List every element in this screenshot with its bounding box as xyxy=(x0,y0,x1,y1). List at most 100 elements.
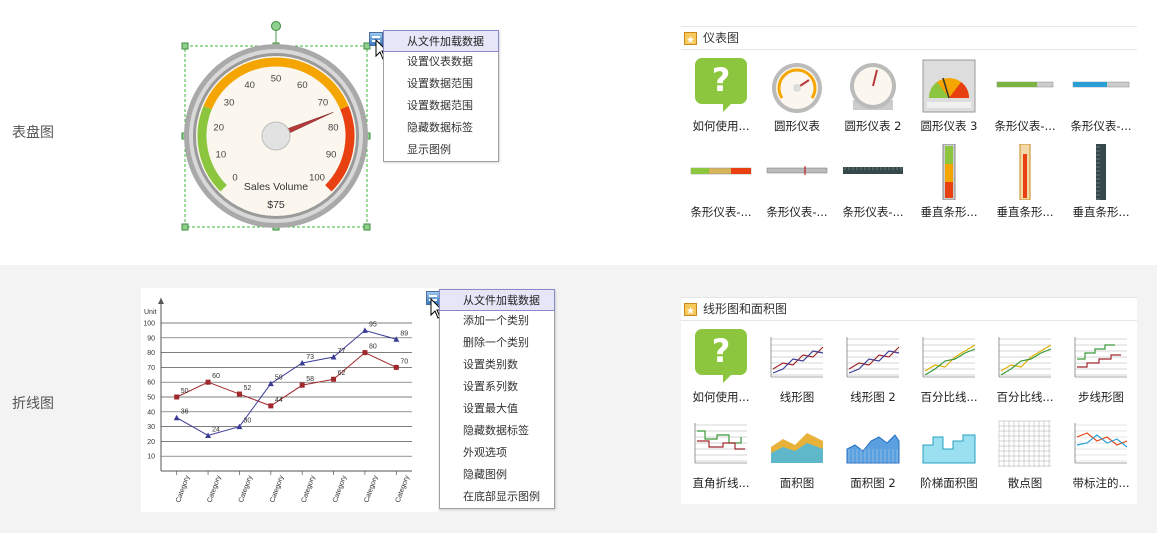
shape-tile[interactable]: ? 如何使用... xyxy=(683,54,759,140)
line-menu-item[interactable]: 隐藏图例 xyxy=(440,464,554,486)
shape-tile[interactable]: 条形仪表-... xyxy=(683,140,759,226)
line-menu-item[interactable]: 外观选项 xyxy=(440,442,554,464)
shape-tile-label: 垂直条形... xyxy=(920,205,978,219)
shape-tile[interactable]: 直角折线... xyxy=(683,411,759,497)
gauge-tick-label: 20 xyxy=(213,122,224,133)
row-label-gauge: 表盘图 xyxy=(12,125,54,141)
panel-title: 线形图和面积图 xyxy=(703,302,788,316)
shape-tile[interactable]: 百分比线... xyxy=(987,325,1063,411)
y-axis-label: Unit xyxy=(144,309,157,316)
shape-tile[interactable]: 垂直条形... xyxy=(987,140,1063,226)
shape-tile[interactable]: 条形仪表-... xyxy=(1063,54,1139,140)
data-point xyxy=(205,379,211,385)
shape-tile[interactable]: 条形仪表-... xyxy=(835,140,911,226)
step-area-thumbnail xyxy=(922,434,976,464)
data-point xyxy=(361,327,368,333)
shape-tile-label: 条形仪表-... xyxy=(1070,119,1132,133)
shape-tile-label: 线形图 xyxy=(779,390,815,404)
shape-tile-label: 面积图 xyxy=(779,476,815,490)
vbar-1-thumbnail xyxy=(942,144,956,200)
gauge-menu-item[interactable]: 设置仪表数据 xyxy=(384,51,498,73)
shape-tile[interactable]: 步线形图 xyxy=(1063,325,1139,411)
gauge-context-menu[interactable]: 从文件加载数据 设置仪表数据 设置数据范围 设置数据范围 隐藏数据标签 显示图例 xyxy=(383,30,499,162)
data-label: 24 xyxy=(212,426,220,433)
shape-tile-label: 带标注的... xyxy=(1072,476,1130,490)
hbar-gray-thumbnail xyxy=(766,166,828,175)
line-menu-item[interactable]: 删除一个类别 xyxy=(440,332,554,354)
data-label: 58 xyxy=(306,376,314,383)
line-menu-item[interactable]: 设置最大值 xyxy=(440,398,554,420)
shape-tile[interactable]: 带标注的... xyxy=(1063,411,1139,497)
resize-handle[interactable] xyxy=(181,42,189,50)
shape-tile[interactable]: 条形仪表-... xyxy=(987,54,1063,140)
shape-tile[interactable]: ? 如何使用... xyxy=(683,325,759,411)
shape-tile-label: 条形仪表-... xyxy=(690,205,752,219)
line-context-menu[interactable]: 从文件加载数据 添加一个类别 删除一个类别 设置类别数 设置系列数 设置最大值 隐藏数据标签… xyxy=(439,289,555,509)
y-tick-label: 20 xyxy=(147,439,155,446)
shape-tile-label: 线形图 2 xyxy=(850,390,896,404)
line-menu-item[interactable]: 设置系列数 xyxy=(440,376,554,398)
gauge-tick-label: 0 xyxy=(232,173,237,184)
data-label: 62 xyxy=(338,370,346,377)
line-menu-item[interactable]: 在底部显示图例 xyxy=(440,486,554,508)
shape-tile[interactable]: 垂直条形... xyxy=(1063,140,1139,226)
data-point xyxy=(331,376,337,382)
shape-tile-label: 散点图 xyxy=(1007,476,1043,490)
hbar-dark-thumbnail xyxy=(843,167,903,174)
data-point xyxy=(173,414,180,421)
x-tick-label: Category xyxy=(206,474,222,504)
shape-tile[interactable]: 垂直条形... xyxy=(911,140,987,226)
shape-tile[interactable]: 面积图 2 xyxy=(835,411,911,497)
data-label: 89 xyxy=(400,330,408,337)
shape-tile[interactable]: 线形图 2 xyxy=(835,325,911,411)
line-chart-thumbnail xyxy=(770,337,824,378)
line-menu-item[interactable]: 设置类别数 xyxy=(440,354,554,376)
gauge-menu-item[interactable]: 隐藏数据标签 xyxy=(384,117,498,139)
rotate-handle[interactable] xyxy=(271,21,281,31)
shape-tile[interactable]: 阶梯面积图 xyxy=(911,411,987,497)
y-tick-label: 100 xyxy=(143,321,155,328)
shape-tile[interactable]: 圆形仪表 3 xyxy=(911,54,987,140)
resize-handle[interactable] xyxy=(181,223,189,231)
resize-handle[interactable] xyxy=(363,223,371,231)
x-tick-label: Category xyxy=(332,474,348,504)
line-menu-item[interactable]: 从文件加载数据 xyxy=(439,289,555,311)
shape-tile[interactable]: 散点图 xyxy=(987,411,1063,497)
data-label: 60 xyxy=(212,373,220,380)
annotated-line-thumbnail xyxy=(1074,423,1128,464)
hbar-green-thumbnail xyxy=(996,81,1054,88)
shape-tile[interactable]: 面积图 xyxy=(759,411,835,497)
shape-tile-label: 百分比线... xyxy=(996,390,1054,404)
round-gauge-2-thumbnail xyxy=(850,63,896,110)
gauge-menu-item[interactable]: 设置数据范围 xyxy=(384,73,498,95)
gauge-tick-label: 40 xyxy=(244,80,255,91)
data-label: 52 xyxy=(243,385,251,392)
shape-tile[interactable]: 百分比线... xyxy=(911,325,987,411)
vbar-2-thumbnail xyxy=(1019,144,1031,200)
gauge-menu-item[interactable]: 设置数据范围 xyxy=(384,95,498,117)
panel-header[interactable]: 仪表图 xyxy=(681,26,1137,52)
gauge-canvas[interactable]: 0 10 20 30 40 50 60 70 80 90 100 Sales Volume $75 xyxy=(180,18,376,233)
panel-header[interactable]: 线形图和面积图 xyxy=(681,297,1137,323)
shape-tile[interactable]: 线形图 xyxy=(759,325,835,411)
shape-tile[interactable]: 圆形仪表 2 xyxy=(835,54,911,140)
scatter-thumbnail xyxy=(998,420,1051,467)
right-angle-line-thumbnail xyxy=(694,423,747,464)
data-point xyxy=(393,364,399,370)
shape-tile-label: 条形仪表-... xyxy=(766,205,828,219)
gauge-menu-item[interactable]: 从文件加载数据 xyxy=(383,30,499,52)
row-label-line: 折线图 xyxy=(12,396,54,412)
line-chart[interactable]: Unit 10 20 30 40 50 60 70 80 90 100 Category Categor… xyxy=(141,288,441,512)
shape-tile-label: 阶梯面积图 xyxy=(920,476,978,490)
shape-tile[interactable]: 圆形仪表 xyxy=(759,54,835,140)
gauge-menu-item[interactable]: 显示图例 xyxy=(384,139,498,161)
shape-tile[interactable]: 条形仪表-... xyxy=(759,140,835,226)
shape-tile-label: 圆形仪表 xyxy=(774,119,820,133)
area-2-thumbnail xyxy=(846,434,900,464)
line-menu-item[interactable]: 添加一个类别 xyxy=(440,310,554,332)
line-menu-item[interactable]: 隐藏数据标签 xyxy=(440,420,554,442)
data-label: 77 xyxy=(338,348,346,355)
pct-line-2-thumbnail xyxy=(998,337,1052,378)
gauge-tick-label: 70 xyxy=(318,97,329,108)
x-tick-label: Category xyxy=(395,474,411,504)
